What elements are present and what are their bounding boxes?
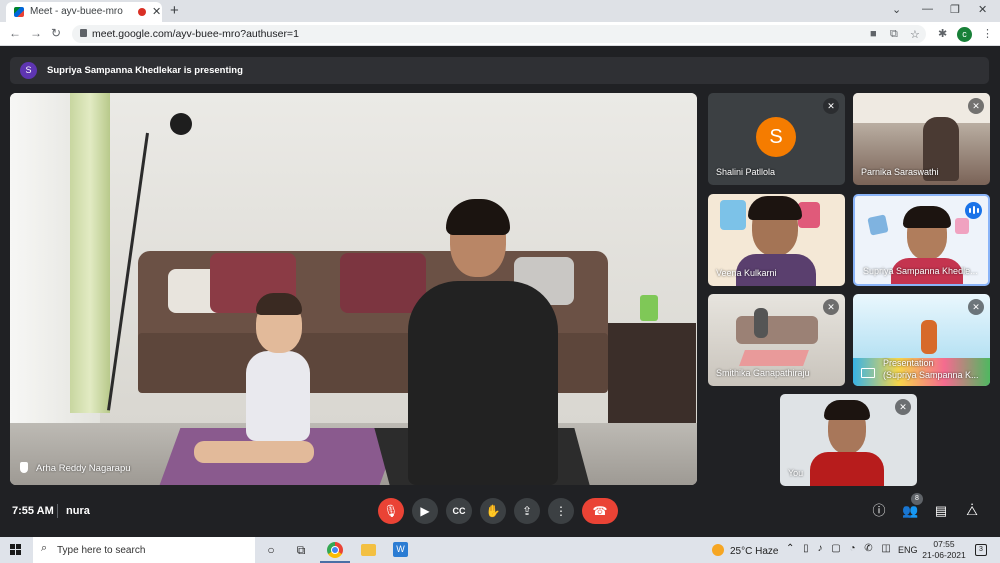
mic-off-icon: ✕ <box>823 98 839 114</box>
closed-captions-icon: CC <box>452 506 466 516</box>
browser-tab[interactable]: Meet - ayv-buee-mro ✕ <box>6 2 162 22</box>
people-icon: 👥 <box>902 503 919 518</box>
presenting-banner: S Supriya Sampanna Khedlekar is presenti… <box>10 57 989 84</box>
camera-permission-icon[interactable]: ■ <box>870 28 877 40</box>
more-options-button[interactable]: ⋮ <box>548 498 574 524</box>
presentation-mute-icon: ✕ <box>968 299 984 315</box>
activities-button[interactable]: ⧊ <box>964 503 980 519</box>
windows-taskbar: ⌕ Type here to search ○ ⧉ W 25°C Haze ⌃ … <box>0 537 1000 563</box>
participant-tile[interactable]: S ✕ Shalini Patllola <box>708 93 845 185</box>
tab-search-icon[interactable]: ⌄ <box>892 3 901 16</box>
lock-icon <box>80 29 87 37</box>
participant-tile[interactable]: ✕ Parnika Saraswathi <box>853 93 990 185</box>
presentation-owner: (Supriya Sampanna K... <box>883 370 979 380</box>
input-language[interactable]: ENG <box>898 545 918 555</box>
tab-title: Meet - ayv-buee-mro <box>30 6 123 17</box>
participant-name: Parnika Saraswathi <box>861 167 939 177</box>
back-arrow-icon[interactable]: ← <box>9 26 21 40</box>
raise-hand-button[interactable]: ✋ <box>480 498 506 524</box>
pin-icon <box>20 462 28 473</box>
participant-name: You <box>788 468 804 478</box>
mic-off-icon: 🎙 <box>383 504 399 518</box>
mic-off-icon: ✕ <box>895 399 911 415</box>
taskbar-date: 21-06-2021 <box>922 550 966 560</box>
participant-avatar: S <box>756 117 796 157</box>
chat-icon: ▤ <box>934 503 948 518</box>
hand-icon: ✋ <box>485 504 501 518</box>
file-explorer-icon[interactable] <box>361 544 376 556</box>
video-camera-icon: ▶ <box>420 504 430 518</box>
participant-tile[interactable]: Veena Kulkarni <box>708 194 845 286</box>
taskbar-search-box[interactable]: ⌕ Type here to search <box>33 537 255 563</box>
participant-name: Smithika Ganapathiraju <box>716 368 810 378</box>
url-text: meet.google.com/ayv-buee-mro?authuser=1 <box>92 28 299 40</box>
phone-hangup-icon: ☎ <box>592 504 608 518</box>
browser-tab-bar: Meet - ayv-buee-mro ✕ + ⌄ — ❐ ✕ <box>0 0 1000 22</box>
address-bar: ← → ↻ meet.google.com/ayv-buee-mro?authu… <box>0 22 1000 46</box>
mic-off-icon: ✕ <box>968 98 984 114</box>
recording-indicator-icon <box>138 8 146 16</box>
mic-off-icon: ✕ <box>823 299 839 315</box>
minimize-button[interactable]: — <box>922 3 933 15</box>
forward-arrow-icon[interactable]: → <box>30 26 42 40</box>
people-button[interactable]: 👥 <box>902 503 918 519</box>
open-in-new-icon[interactable]: ⧉ <box>890 28 898 41</box>
meeting-clock: 7:55 AM <box>12 505 54 517</box>
info-icon: ⓘ <box>872 503 886 518</box>
browser-menu-icon[interactable]: ⋮ <box>982 27 993 40</box>
presenting-text: Supriya Sampanna Khedlekar is presenting <box>47 65 243 76</box>
system-tray-icons[interactable]: ⌃ ▯ ♪ ▢ ◔ ✆ ◫ <box>786 543 894 554</box>
new-tab-button[interactable]: + <box>170 2 179 19</box>
main-video-tile[interactable]: Arha Reddy Nagarapu <box>10 93 697 485</box>
profile-avatar[interactable]: c <box>957 27 972 42</box>
haze-weather-icon <box>712 544 724 556</box>
bookmark-star-icon[interactable]: ☆ <box>910 28 920 41</box>
tab-close-icon[interactable]: ✕ <box>152 5 161 18</box>
participant-name: Shalini Patllola <box>716 167 776 177</box>
search-icon: ⌕ <box>41 542 48 554</box>
presentation-label: Presentation <box>883 358 934 368</box>
participant-name: Supriya Sampanna Khedle... <box>863 266 978 276</box>
windows-start-icon[interactable] <box>10 544 22 556</box>
participant-count-badge: 8 <box>911 493 923 505</box>
captions-button[interactable]: CC <box>446 498 472 524</box>
url-input[interactable]: meet.google.com/ayv-buee-mro?authuser=1 … <box>72 25 926 43</box>
more-vertical-icon: ⋮ <box>555 504 567 518</box>
activities-icon: ⧊ <box>966 503 978 518</box>
present-screen-icon <box>861 368 875 378</box>
speaking-indicator-icon <box>965 202 982 219</box>
meeting-code: nura <box>66 505 90 517</box>
search-placeholder: Type here to search <box>57 545 146 556</box>
chrome-taskbar-icon[interactable] <box>327 542 343 558</box>
participant-tile[interactable]: ✕ Smithika Ganapathiraju <box>708 294 845 386</box>
leave-call-button[interactable]: ☎ <box>582 498 618 524</box>
taskbar-clock[interactable]: 07:55 21-06-2021 <box>922 539 966 561</box>
cortana-icon[interactable]: ○ <box>263 542 279 558</box>
present-screen-icon: ⇪ <box>521 504 533 518</box>
self-video-tile[interactable]: ✕ You <box>780 394 917 486</box>
mic-toggle-button[interactable]: 🎙 <box>378 498 404 524</box>
presenter-avatar: S <box>20 62 37 79</box>
presentation-tile[interactable]: ✕ Presentation (Supriya Sampanna K... <box>853 294 990 386</box>
word-app-icon[interactable]: W <box>393 542 408 557</box>
participant-name: Arha Reddy Nagarapu <box>36 463 131 474</box>
present-now-button[interactable]: ⇪ <box>514 498 540 524</box>
close-window-button[interactable]: ✕ <box>978 3 987 16</box>
taskbar-time: 07:55 <box>933 539 955 549</box>
participant-tile-active-speaker[interactable]: Supriya Sampanna Khedle... <box>853 194 990 286</box>
reload-icon[interactable]: ↻ <box>51 26 61 40</box>
maximize-button[interactable]: ❐ <box>950 3 960 16</box>
notification-center-icon[interactable]: 3 <box>975 544 987 556</box>
extensions-icon[interactable]: ✱ <box>938 27 947 40</box>
camera-toggle-button[interactable]: ▶ <box>412 498 438 524</box>
participant-name: Veena Kulkarni <box>716 268 777 278</box>
meet-favicon-icon <box>14 7 24 17</box>
weather-widget[interactable]: 25°C Haze <box>712 544 778 557</box>
main-video-name: Arha Reddy Nagarapu <box>20 462 131 474</box>
chat-button[interactable]: ▤ <box>933 503 949 519</box>
meeting-details-button[interactable]: ⓘ <box>871 503 887 519</box>
task-view-icon[interactable]: ⧉ <box>293 542 309 558</box>
